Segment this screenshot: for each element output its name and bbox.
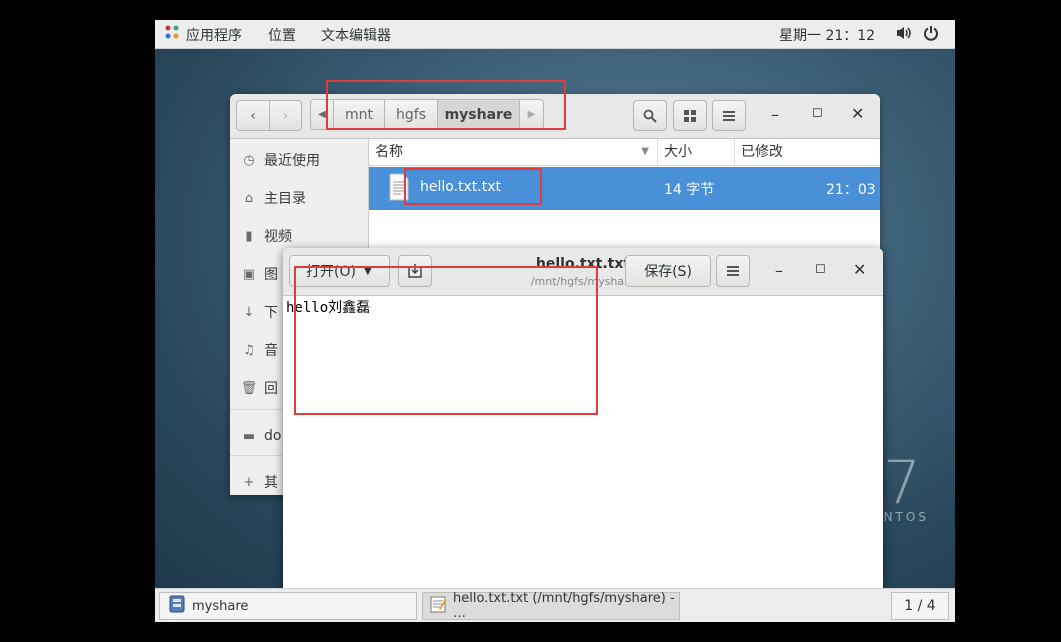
menu-applications[interactable]: 应用程序 (186, 25, 242, 45)
taskbar-item-label: myshare (192, 598, 249, 614)
chevron-right-icon: › (282, 107, 289, 124)
sidebar-item-recent[interactable]: ◷ 最近使用 (240, 149, 320, 171)
power-icon[interactable] (923, 25, 939, 45)
watermark-seven: 7 (883, 448, 922, 518)
sidebar-item-downloads[interactable]: ↓ 下 (240, 301, 278, 323)
volume-icon[interactable] (895, 25, 913, 45)
menu-button[interactable] (712, 100, 746, 131)
music-icon: ♫ (243, 342, 255, 358)
sidebar-item-other-locations[interactable]: + 其 (240, 471, 278, 493)
editor-menu-button[interactable] (716, 255, 750, 287)
column-header-modified[interactable]: 已修改 (735, 139, 880, 165)
home-icon: ⌂ (244, 190, 254, 206)
hamburger-icon (727, 266, 739, 276)
back-button[interactable]: ‹ (236, 100, 270, 131)
clock[interactable]: 星期一 21：12 (779, 25, 875, 45)
header-divider (369, 165, 880, 166)
taskbar-item-text-editor[interactable]: hello.txt.txt (/mnt/hgfs/myshare) - … (422, 591, 680, 621)
sidebar-item-trash[interactable]: 🗑 回 (240, 377, 278, 399)
file-manager-icon (168, 595, 186, 617)
column-name-label: 名称 (375, 144, 403, 160)
forward-button[interactable]: › (269, 100, 302, 131)
file-modified: 21：03 (826, 182, 876, 198)
menu-places[interactable]: 位置 (268, 25, 296, 45)
clock-icon: ◷ (243, 152, 255, 168)
menu-text-editor[interactable]: 文本编辑器 (321, 25, 391, 45)
sidebar-item-videos[interactable]: ▮ 视频 (240, 225, 292, 247)
maximize-icon[interactable]: ◻ (812, 105, 823, 120)
taskbar-item-myshare[interactable]: myshare (159, 592, 417, 620)
save-button[interactable]: 保存(S) (625, 255, 711, 287)
download-icon: ↓ (243, 304, 255, 320)
taskbar-item-label: hello.txt.txt (/mnt/hgfs/myshare) - … (453, 591, 675, 621)
sidebar-item-label: 下 (264, 305, 278, 321)
sidebar-item-documents[interactable]: ▬ do (240, 425, 282, 447)
column-header-name[interactable]: 名称 ▼ (369, 139, 658, 165)
top-bar: 应用程序 位置 文本编辑器 星期一 21：12 (155, 20, 955, 49)
chevron-left-icon: ‹ (250, 107, 256, 124)
sidebar-item-label: 最近使用 (264, 153, 320, 169)
annotation-box-file (404, 168, 542, 205)
applications-icon[interactable] (164, 24, 180, 44)
grid-icon (684, 109, 696, 122)
sidebar-item-label: 其 (264, 475, 278, 491)
camera-icon: ▣ (242, 266, 256, 282)
annotation-box-content (294, 266, 598, 415)
file-size: 14 字节 (664, 182, 715, 198)
video-icon: ▮ (245, 228, 253, 244)
workspace-switcher[interactable]: 1 / 4 (891, 592, 949, 620)
sidebar-item-label: 视频 (264, 229, 292, 245)
hamburger-icon (723, 110, 735, 121)
minimize-icon[interactable]: – (771, 105, 779, 124)
trash-icon: 🗑 (240, 380, 258, 396)
minimize-icon[interactable]: – (775, 261, 783, 280)
text-editor-icon (429, 595, 447, 617)
plus-icon: + (243, 474, 255, 490)
maximize-icon[interactable]: ◻ (815, 261, 826, 276)
sidebar-item-label: 回 (264, 381, 278, 397)
sidebar-item-label: 音 (264, 343, 278, 359)
sidebar-item-home[interactable]: ⌂ 主目录 (240, 187, 306, 209)
folder-icon: ▬ (242, 428, 256, 444)
annotation-box-breadcrumb (326, 80, 566, 130)
close-icon[interactable]: ✕ (851, 104, 864, 123)
search-icon (643, 109, 657, 123)
desktop-screen: 应用程序 位置 文本编辑器 星期一 21：12 7 ENTOS ‹ › ◀ mn… (155, 20, 955, 622)
column-header-size[interactable]: 大小 (658, 139, 735, 165)
sidebar-item-label: do (264, 428, 282, 444)
search-button[interactable] (633, 100, 667, 131)
sidebar-item-label: 图 (264, 267, 278, 283)
sidebar-item-label: 主目录 (264, 191, 306, 207)
close-icon[interactable]: ✕ (853, 260, 866, 279)
sidebar-item-music[interactable]: ♫ 音 (240, 339, 278, 361)
view-grid-button[interactable] (673, 100, 707, 131)
taskbar: myshare hello.txt.txt (/mnt/hgfs/myshare… (155, 588, 955, 622)
sort-down-icon: ▼ (641, 146, 649, 157)
sidebar-item-pictures[interactable]: ▣ 图 (240, 263, 278, 285)
